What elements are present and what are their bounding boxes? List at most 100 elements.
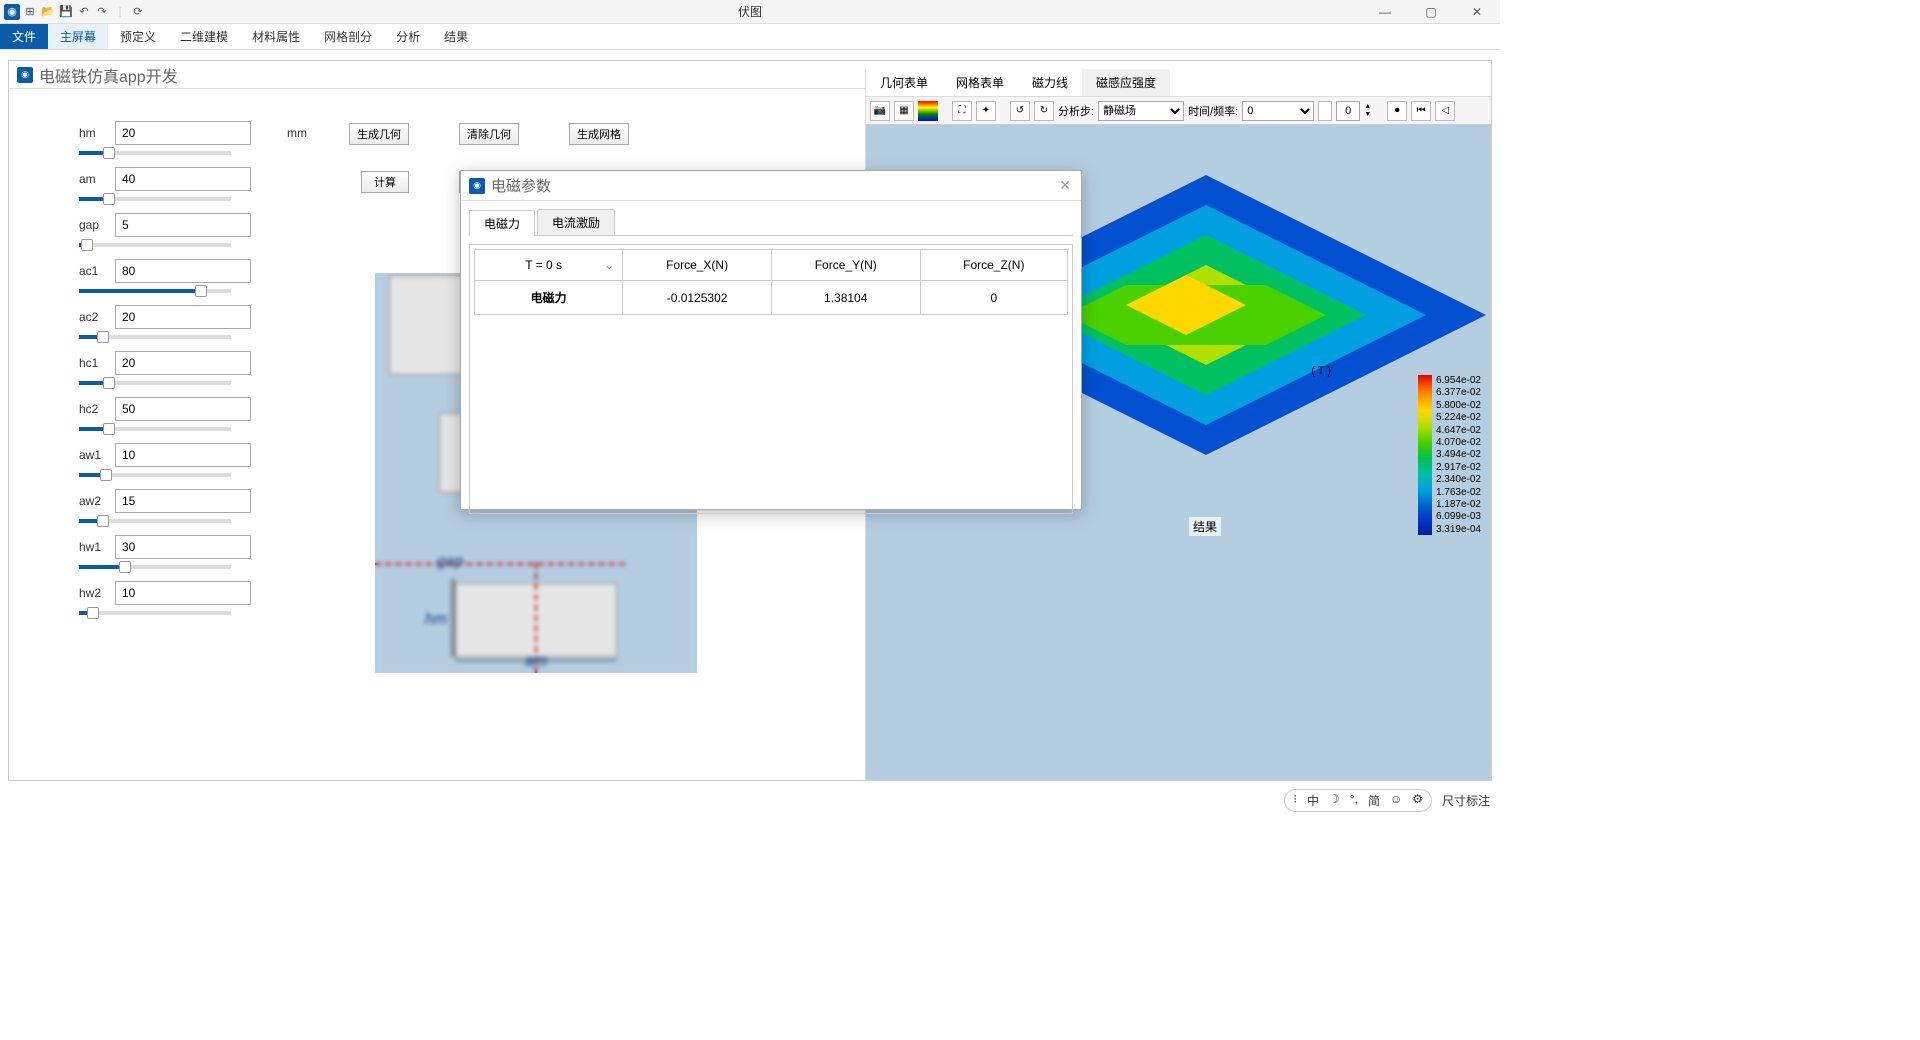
- param-input-gap[interactable]: [115, 213, 251, 237]
- geom-block: [455, 583, 617, 657]
- table-header-fx: Force_X(N): [623, 250, 772, 281]
- cube-icon[interactable]: ▦: [894, 101, 914, 121]
- param-input-aw1[interactable]: [115, 443, 251, 467]
- param-label-aw2: aw2: [79, 494, 109, 508]
- step-spin[interactable]: [1336, 101, 1360, 121]
- menu-predefined[interactable]: 预定义: [108, 24, 168, 49]
- em-params-dialog: ◉ 电磁参数 ✕ 电磁力 电流激励 T = 0 s ⌄ Force_X(N) F…: [460, 170, 1082, 510]
- blank-icon[interactable]: [1318, 101, 1332, 121]
- menu-file[interactable]: 文件: [0, 24, 48, 49]
- refresh-icon[interactable]: ⟳: [130, 4, 146, 20]
- param-slider-hw2[interactable]: [79, 611, 231, 615]
- dropdown-icon[interactable]: ⌄: [604, 258, 614, 272]
- dialog-close-button[interactable]: ✕: [1059, 177, 1071, 194]
- statusbar: ⁝ 中 ☽ °, 简 ☺ ⚙ 尺寸标注: [1274, 789, 1500, 811]
- legend-value: 4.070e-02: [1436, 437, 1481, 448]
- param-slider-gap[interactable]: [79, 243, 231, 247]
- dialog-tab-current[interactable]: 电流激励: [537, 209, 615, 235]
- menu-main-screen[interactable]: 主屏幕: [48, 24, 108, 49]
- clear-geom-button[interactable]: 清除几何: [459, 123, 519, 145]
- dialog-logo-icon: ◉: [469, 178, 485, 194]
- dialog-body: T = 0 s ⌄ Force_X(N) Force_Y(N) Force_Z(…: [469, 244, 1073, 514]
- menu-results[interactable]: 结果: [432, 24, 480, 49]
- viz-tab-fieldlines[interactable]: 磁力线: [1018, 69, 1082, 96]
- param-label-ac1: ac1: [79, 264, 109, 278]
- save-icon[interactable]: 💾: [58, 4, 74, 20]
- viz-tab-fluxdensity[interactable]: 磁感应强度: [1082, 69, 1170, 96]
- fit-icon[interactable]: ⛶: [952, 101, 972, 121]
- axis-icon[interactable]: ✦: [976, 101, 996, 121]
- param-input-aw2[interactable]: [115, 489, 251, 513]
- param-label-hm: hm: [79, 126, 109, 140]
- time-freq-select[interactable]: 0: [1242, 101, 1314, 121]
- rotate-left-icon[interactable]: ↺: [1010, 101, 1030, 121]
- cell-name: 电磁力: [475, 281, 623, 315]
- gear-icon: ⚙: [1412, 792, 1423, 809]
- separator-icon: |: [112, 4, 128, 20]
- param-input-ac2[interactable]: [115, 305, 251, 329]
- param-label-hw2: hw2: [79, 586, 109, 600]
- geom-dim-arrow: [455, 660, 617, 661]
- spin-arrows[interactable]: ▲▼: [1364, 103, 1371, 119]
- geom-dim-arrow: [451, 579, 455, 657]
- param-input-hc2[interactable]: [115, 397, 251, 421]
- close-button[interactable]: ✕: [1454, 0, 1500, 24]
- play-back-icon[interactable]: ◁: [1435, 101, 1455, 121]
- colormap-icon[interactable]: [918, 101, 938, 121]
- new-icon[interactable]: ⊞: [22, 4, 38, 20]
- viz-tab-mesh[interactable]: 网格表单: [942, 69, 1018, 96]
- param-input-hc1[interactable]: [115, 351, 251, 375]
- param-slider-aw2[interactable]: [79, 519, 231, 523]
- legend-labels: 6.954e-026.377e-025.800e-025.224e-024.64…: [1436, 375, 1481, 535]
- param-slider-hw1[interactable]: [79, 565, 231, 569]
- param-input-ac1[interactable]: [115, 259, 251, 283]
- menu-analysis[interactable]: 分析: [384, 24, 432, 49]
- generate-geom-button[interactable]: 生成几何: [349, 123, 409, 145]
- menu-material[interactable]: 材料属性: [240, 24, 312, 49]
- minimize-button[interactable]: —: [1362, 0, 1408, 24]
- menu-mesh[interactable]: 网格剖分: [312, 24, 384, 49]
- ime-status[interactable]: ⁝ 中 ☽ °, 简 ☺ ⚙: [1284, 789, 1432, 812]
- param-input-hm[interactable]: [115, 121, 251, 145]
- param-input-am[interactable]: [115, 167, 251, 191]
- param-slider-ac2[interactable]: [79, 335, 231, 339]
- menu-2d-model[interactable]: 二维建模: [168, 24, 240, 49]
- geom-label-gap: gap: [437, 553, 464, 571]
- param-slider-hm[interactable]: [79, 151, 231, 155]
- subwindow-logo-icon: ◉: [17, 67, 33, 83]
- param-slider-hc2[interactable]: [79, 427, 231, 431]
- rotate-right-icon[interactable]: ↻: [1034, 101, 1054, 121]
- cell-fx: -0.0125302: [623, 281, 772, 315]
- compute-button[interactable]: 计算: [361, 171, 409, 193]
- degree-icon: °,: [1350, 792, 1358, 809]
- geom-dashline: [375, 563, 625, 565]
- axis-unit-label: ( T ): [1311, 365, 1331, 377]
- legend-value: 3.319e-04: [1436, 524, 1481, 535]
- undo-icon[interactable]: ↶: [76, 4, 92, 20]
- table-row: 电磁力 -0.0125302 1.38104 0: [475, 281, 1068, 315]
- param-slider-am[interactable]: [79, 197, 231, 201]
- dimension-label: 尺寸标注: [1442, 792, 1490, 809]
- skip-start-icon[interactable]: ⏮: [1411, 101, 1431, 121]
- app-title: 伏图: [738, 3, 762, 20]
- param-input-hw1[interactable]: [115, 535, 251, 559]
- param-slider-aw1[interactable]: [79, 473, 231, 477]
- open-icon[interactable]: 📂: [40, 4, 56, 20]
- record-icon[interactable]: ⏺: [1387, 101, 1407, 121]
- param-input-hw2[interactable]: [115, 581, 251, 605]
- analysis-step-select[interactable]: 静磁场: [1098, 101, 1184, 121]
- param-slider-ac1[interactable]: [79, 289, 231, 293]
- legend-value: 4.647e-02: [1436, 425, 1481, 436]
- maximize-button[interactable]: ▢: [1408, 0, 1454, 24]
- app-logo-icon: ◉: [4, 4, 20, 20]
- geom-label-hm: hm: [425, 611, 447, 629]
- geom-dashline: [535, 563, 537, 673]
- menubar: 文件 主屏幕 预定义 二维建模 材料属性 网格剖分 分析 结果: [0, 24, 1500, 50]
- dialog-tab-force[interactable]: 电磁力: [469, 210, 535, 236]
- camera-icon[interactable]: 📷: [870, 101, 890, 121]
- param-slider-hc1[interactable]: [79, 381, 231, 385]
- ime-lang: 中: [1307, 792, 1319, 809]
- generate-mesh-button[interactable]: 生成网格: [569, 123, 629, 145]
- redo-icon[interactable]: ↷: [94, 4, 110, 20]
- viz-tab-geom[interactable]: 几何表单: [866, 69, 942, 96]
